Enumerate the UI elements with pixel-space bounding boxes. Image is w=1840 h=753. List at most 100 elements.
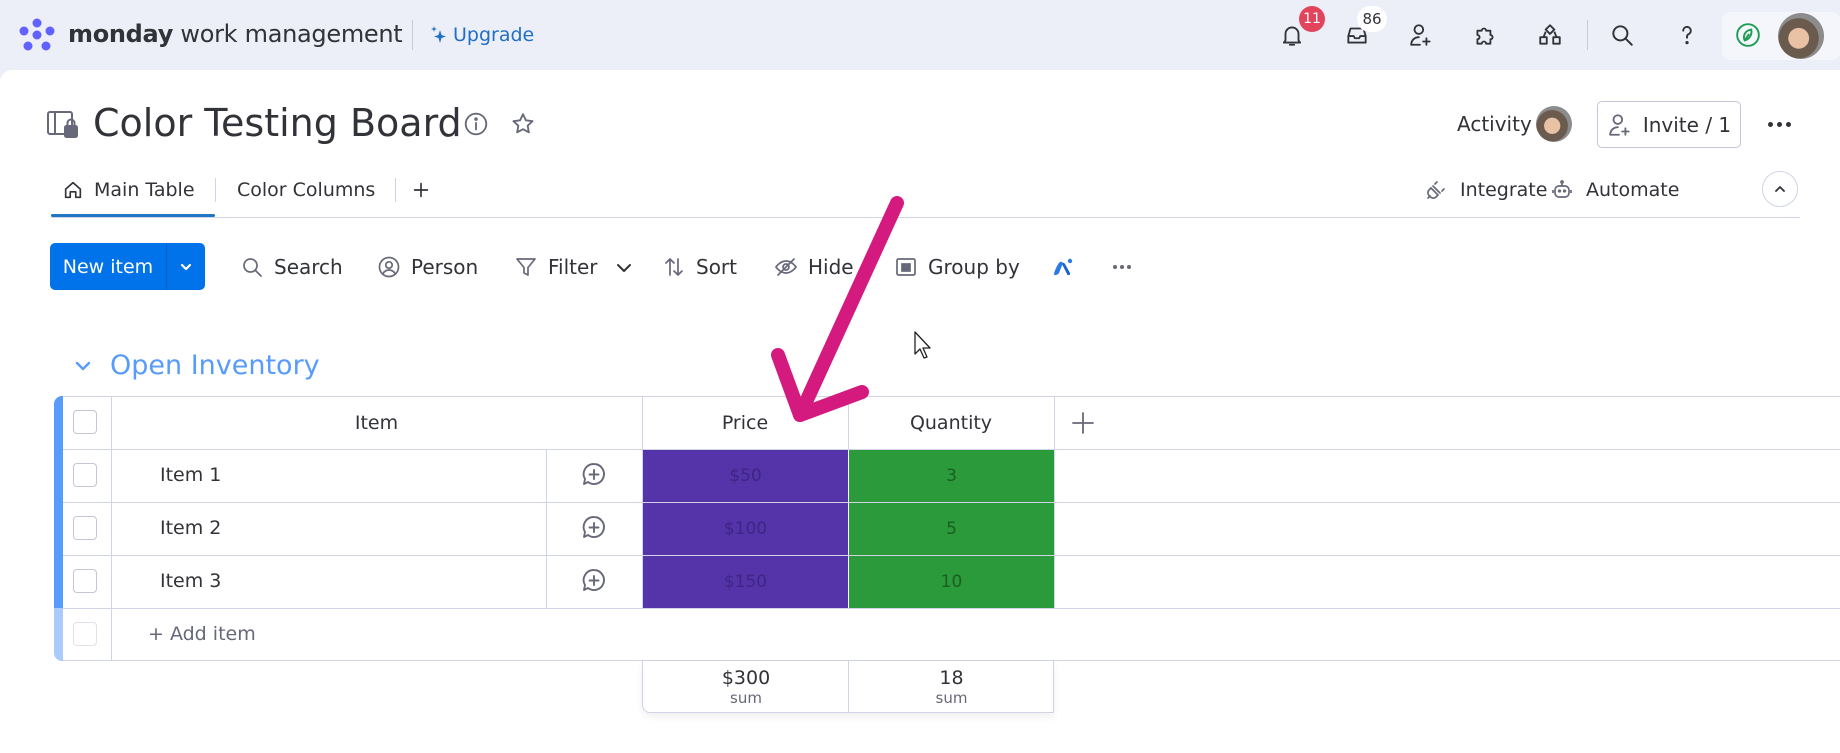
- add-update-icon[interactable]: [580, 514, 608, 542]
- automate-label: Automate: [1586, 179, 1680, 201]
- add-update-icon[interactable]: [580, 461, 608, 489]
- group-by-button[interactable]: Group by: [894, 250, 1020, 284]
- invite-members-button[interactable]: [1404, 18, 1438, 52]
- monday-logo-icon[interactable]: [18, 18, 56, 52]
- board-title[interactable]: Color Testing Board: [93, 98, 462, 148]
- chevron-up-icon: [1775, 186, 1785, 192]
- person-add-icon: [1410, 24, 1431, 46]
- inbox-badge: 86: [1357, 6, 1387, 32]
- ai-assistant-button[interactable]: [1051, 250, 1075, 284]
- invite-label: Invite / 1: [1642, 112, 1732, 137]
- add-item-button[interactable]: + Add item: [148, 621, 256, 647]
- invite-button[interactable]: Invite / 1: [1597, 101, 1741, 148]
- apps-button[interactable]: [1468, 18, 1502, 52]
- add-view-button[interactable]: [410, 176, 432, 204]
- brand-product: work management: [173, 20, 403, 48]
- sort-button[interactable]: Sort: [662, 250, 737, 284]
- plug-icon: [1427, 181, 1445, 199]
- search-label: Search: [274, 255, 343, 279]
- templates-button[interactable]: [1533, 18, 1567, 52]
- tab-label: Main Table: [94, 179, 195, 201]
- hide-button[interactable]: Hide: [774, 250, 854, 284]
- search-button[interactable]: Search: [240, 250, 343, 284]
- more-horizontal-icon: [1113, 265, 1131, 269]
- divider: [215, 178, 216, 202]
- divider: [412, 20, 413, 50]
- board-more-button[interactable]: [1762, 110, 1796, 138]
- notifications-badge: 11: [1299, 6, 1325, 32]
- help-icon: [1682, 25, 1692, 45]
- home-icon: [64, 181, 82, 199]
- private-board-icon: [47, 111, 78, 138]
- new-item-label[interactable]: New item: [50, 243, 167, 290]
- price-summary[interactable]: $300 sum: [643, 661, 849, 713]
- more-dot: [1785, 121, 1791, 127]
- ai-sidekick-icon: [1054, 258, 1073, 276]
- quantity-cell[interactable]: 10: [849, 556, 1054, 608]
- divider: [1587, 20, 1588, 50]
- user-avatar[interactable]: [1778, 13, 1824, 59]
- price-cell[interactable]: $150: [643, 556, 848, 608]
- app-brand[interactable]: monday work management: [68, 18, 403, 50]
- search-button[interactable]: [1605, 18, 1639, 52]
- group-color-bar: [54, 396, 63, 608]
- favorite-button[interactable]: [509, 110, 537, 138]
- add-item-checkbox: [73, 622, 97, 646]
- group-collapse-chevron-icon[interactable]: [72, 355, 94, 377]
- new-item-button[interactable]: New item: [50, 243, 205, 290]
- row-checkbox[interactable]: [73, 463, 97, 487]
- board-info-button[interactable]: [462, 110, 490, 138]
- quantity-cell[interactable]: 5: [849, 503, 1054, 555]
- filter-dropdown[interactable]: [612, 250, 636, 284]
- quantity-cell[interactable]: 3: [849, 450, 1054, 502]
- workspace-button[interactable]: [1731, 18, 1765, 52]
- tab-label: Color Columns: [237, 179, 376, 201]
- tab-main-table[interactable]: Main Table: [62, 176, 195, 204]
- star-icon: [512, 113, 534, 134]
- sparkle-icon: [431, 26, 446, 43]
- row-checkbox[interactable]: [73, 516, 97, 540]
- more-dot: [1776, 121, 1782, 127]
- tab-color-columns[interactable]: Color Columns: [237, 176, 375, 204]
- automate-button[interactable]: Automate: [1550, 176, 1679, 204]
- quantity-summary[interactable]: 18 sum: [849, 661, 1054, 713]
- activity-button[interactable]: Activity: [1457, 111, 1532, 137]
- collapse-header-button[interactable]: [1762, 171, 1798, 207]
- item-name[interactable]: Item 1: [160, 462, 221, 488]
- quantity-sum-label: sum: [935, 689, 968, 707]
- toolbar-more-button[interactable]: [1110, 250, 1134, 284]
- add-column-plus-icon[interactable]: [1070, 410, 1096, 436]
- filter-button[interactable]: Filter: [514, 250, 598, 284]
- person-circle-icon: [378, 256, 400, 278]
- price-sum-value: $300: [721, 667, 771, 689]
- more-dot: [1767, 121, 1773, 127]
- activity-avatar[interactable]: [1536, 106, 1572, 142]
- column-header-item[interactable]: Item: [111, 410, 642, 436]
- item-name[interactable]: Item 3: [160, 568, 221, 594]
- tabs-divider: [51, 217, 1800, 218]
- price-cell[interactable]: $50: [643, 450, 848, 502]
- upgrade-link[interactable]: Upgrade: [429, 22, 534, 48]
- price-cell[interactable]: $100: [643, 503, 848, 555]
- person-filter-button[interactable]: Person: [377, 250, 478, 284]
- quantity-sum-value: 18: [939, 667, 964, 689]
- divider: [395, 178, 396, 202]
- integrate-button[interactable]: Integrate: [1424, 176, 1547, 204]
- group-title[interactable]: Open Inventory: [110, 348, 320, 384]
- summary-row: $300 sum 18 sum: [642, 661, 1054, 713]
- item-name[interactable]: Item 2: [160, 515, 221, 541]
- mouse-cursor-icon: [914, 331, 931, 359]
- row-divider: [63, 608, 1840, 609]
- filter-icon: [516, 258, 536, 276]
- person-add-icon: [1609, 113, 1630, 136]
- column-header-quantity[interactable]: Quantity: [848, 410, 1054, 436]
- column-header-price[interactable]: Price: [642, 410, 848, 436]
- col-divider: [546, 449, 547, 608]
- row-checkbox[interactable]: [73, 569, 97, 593]
- new-item-dropdown[interactable]: [167, 243, 205, 290]
- add-update-icon[interactable]: [580, 567, 608, 595]
- help-button[interactable]: [1670, 18, 1704, 52]
- select-all-checkbox[interactable]: [73, 410, 97, 434]
- price-sum-label: sum: [730, 689, 762, 707]
- filter-label: Filter: [548, 255, 598, 279]
